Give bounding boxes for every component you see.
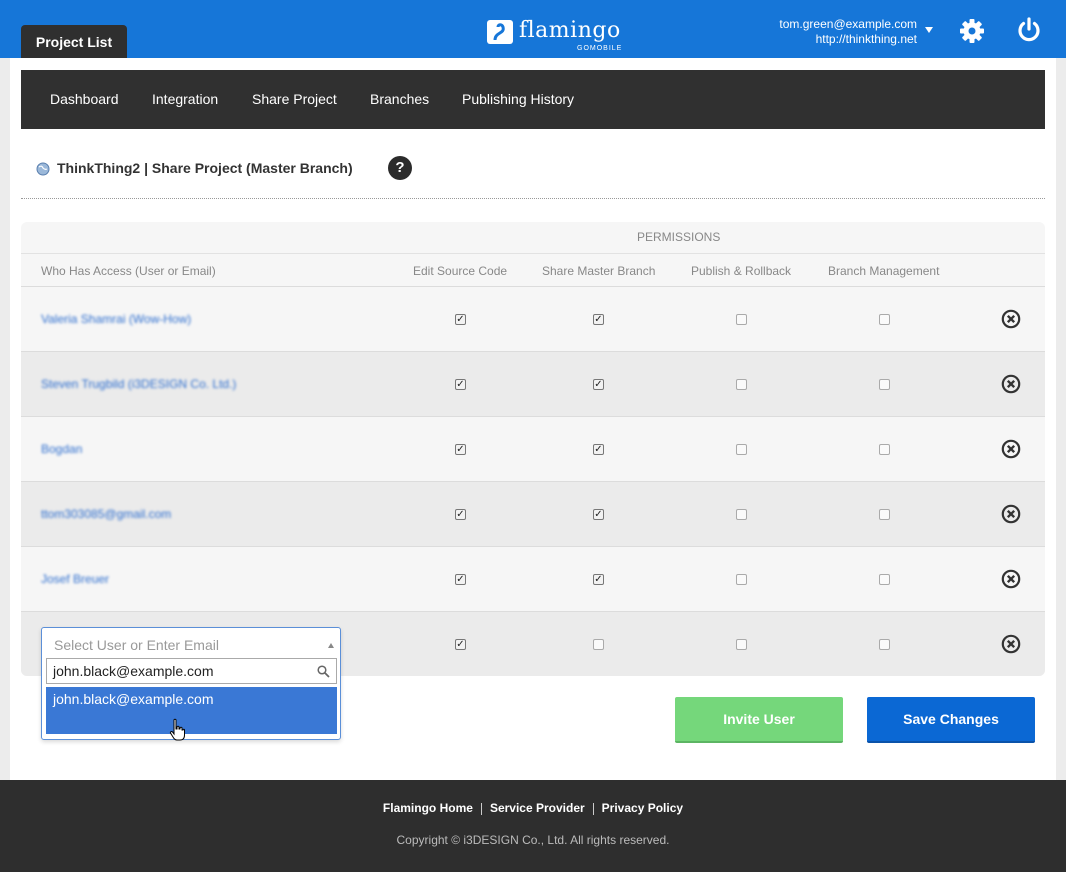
- remove-user-icon[interactable]: [1001, 569, 1021, 589]
- table-row: Bogdan ✓ ✓: [21, 417, 1045, 482]
- copyright-text: Copyright © i3DESIGN Co., Ltd. All right…: [396, 833, 670, 847]
- share-master-checkbox[interactable]: ✓: [593, 379, 604, 390]
- col-header-branch-management: Branch Management: [828, 264, 940, 278]
- invite-user-button[interactable]: Invite User: [675, 697, 843, 743]
- permissions-header: PERMISSIONS: [21, 222, 1045, 254]
- user-name-link[interactable]: ttom303085@gmail.com: [41, 507, 171, 521]
- account-dropdown-icon[interactable]: [925, 27, 933, 33]
- nav-dashboard[interactable]: Dashboard: [50, 70, 119, 129]
- remove-user-icon[interactable]: [1001, 504, 1021, 524]
- share-master-checkbox[interactable]: ✓: [593, 574, 604, 585]
- nav-publishing-history[interactable]: Publishing History: [462, 70, 574, 129]
- user-name-link[interactable]: Josef Breuer: [41, 572, 109, 586]
- nav-integration[interactable]: Integration: [152, 70, 218, 129]
- nav-branches[interactable]: Branches: [370, 70, 429, 129]
- help-icon[interactable]: ?: [388, 156, 412, 180]
- branch-management-checkbox[interactable]: [879, 574, 890, 585]
- gear-icon[interactable]: [958, 17, 986, 45]
- save-changes-button[interactable]: Save Changes: [867, 697, 1035, 743]
- flamingo-logo-icon: [487, 20, 513, 44]
- edit-source-checkbox[interactable]: ✓: [455, 379, 466, 390]
- branch-management-checkbox[interactable]: [879, 314, 890, 325]
- branch-management-checkbox[interactable]: [879, 444, 890, 455]
- footer-separator: [592, 802, 594, 815]
- table-row: Steven Trugbild (i3DESIGN Co. Ltd.) ✓ ✓: [21, 352, 1045, 417]
- user-name-link[interactable]: Bogdan: [41, 442, 82, 456]
- col-header-user: Who Has Access (User or Email): [41, 264, 216, 278]
- remove-user-icon[interactable]: [1001, 374, 1021, 394]
- edit-source-checkbox[interactable]: ✓: [455, 639, 466, 650]
- publish-rollback-checkbox[interactable]: [736, 574, 747, 585]
- logo-text: flamingo: [519, 18, 621, 43]
- remove-user-icon[interactable]: [1001, 634, 1021, 654]
- share-master-checkbox[interactable]: ✓: [593, 314, 604, 325]
- permissions-table: PERMISSIONS Who Has Access (User or Emai…: [21, 222, 1045, 676]
- globe-icon: [36, 162, 50, 176]
- column-headers: Who Has Access (User or Email) Edit Sour…: [21, 254, 1045, 287]
- footer-link-privacy-policy[interactable]: Privacy Policy: [597, 801, 688, 815]
- share-master-checkbox[interactable]: ✓: [593, 444, 604, 455]
- footer-link-service-provider[interactable]: Service Provider: [485, 801, 590, 815]
- user-option[interactable]: john.black@example.com: [46, 687, 337, 734]
- remove-user-icon[interactable]: [1001, 309, 1021, 329]
- footer-link-flamingo-home[interactable]: Flamingo Home: [378, 801, 478, 815]
- user-name-link[interactable]: Steven Trugbild (i3DESIGN Co. Ltd.): [41, 377, 236, 391]
- publish-rollback-checkbox[interactable]: [736, 314, 747, 325]
- account-site: http://thinkthing.net: [815, 32, 917, 46]
- publish-rollback-checkbox[interactable]: [736, 639, 747, 650]
- branch-management-checkbox[interactable]: [879, 639, 890, 650]
- footer-separator: [480, 802, 482, 815]
- edit-source-checkbox[interactable]: ✓: [455, 444, 466, 455]
- footer: Flamingo Home Service Provider Privacy Pol…: [0, 780, 1066, 872]
- edit-source-checkbox[interactable]: ✓: [455, 574, 466, 585]
- top-bar: Project List flamingo GOMOBILE tom.green…: [0, 0, 1066, 60]
- project-list-tab[interactable]: Project List: [21, 25, 127, 60]
- search-icon: [317, 665, 330, 678]
- logo-subtext: GOMOBILE: [577, 45, 623, 52]
- publish-rollback-checkbox[interactable]: [736, 509, 747, 520]
- edit-source-checkbox[interactable]: ✓: [455, 314, 466, 325]
- share-master-checkbox[interactable]: ✓: [593, 509, 604, 520]
- col-header-share-master: Share Master Branch: [542, 264, 656, 278]
- page-title: ThinkThing2 | Share Project (Master Bran…: [57, 160, 353, 176]
- table-row: Valeria Shamrai (Wow-How) ✓ ✓: [21, 287, 1045, 352]
- account-email: tom.green@example.com: [779, 17, 917, 31]
- table-row: Josef Breuer ✓ ✓: [21, 547, 1045, 612]
- publish-rollback-checkbox[interactable]: [736, 379, 747, 390]
- user-search-input[interactable]: john.black@example.com: [46, 658, 337, 684]
- footer-links: Flamingo Home Service Provider Privacy Pol…: [0, 801, 1066, 815]
- publish-rollback-checkbox[interactable]: [736, 444, 747, 455]
- remove-user-icon[interactable]: [1001, 439, 1021, 459]
- user-select[interactable]: Select User or Enter Email john.black@ex…: [41, 627, 341, 740]
- table-row: ttom303085@gmail.com ✓ ✓: [21, 482, 1045, 547]
- select-caret-icon: [328, 643, 334, 648]
- power-icon[interactable]: [1015, 16, 1043, 44]
- share-master-checkbox[interactable]: [593, 639, 604, 650]
- hand-cursor-icon: [169, 718, 185, 741]
- divider: [21, 198, 1045, 199]
- account-menu[interactable]: tom.green@example.com http://thinkthing.…: [779, 17, 917, 47]
- user-name-link[interactable]: Valeria Shamrai (Wow-How): [41, 312, 191, 326]
- sub-navigation: Dashboard Integration Share Project Bran…: [21, 70, 1045, 129]
- branch-management-checkbox[interactable]: [879, 509, 890, 520]
- nav-share-project[interactable]: Share Project: [252, 70, 337, 129]
- col-header-edit-source: Edit Source Code: [413, 264, 508, 278]
- permissions-label: PERMISSIONS: [637, 230, 721, 244]
- branch-management-checkbox[interactable]: [879, 379, 890, 390]
- user-select-placeholder: Select User or Enter Email: [54, 637, 219, 653]
- col-header-publish-rollback: Publish & Rollback: [691, 264, 792, 278]
- edit-source-checkbox[interactable]: ✓: [455, 509, 466, 520]
